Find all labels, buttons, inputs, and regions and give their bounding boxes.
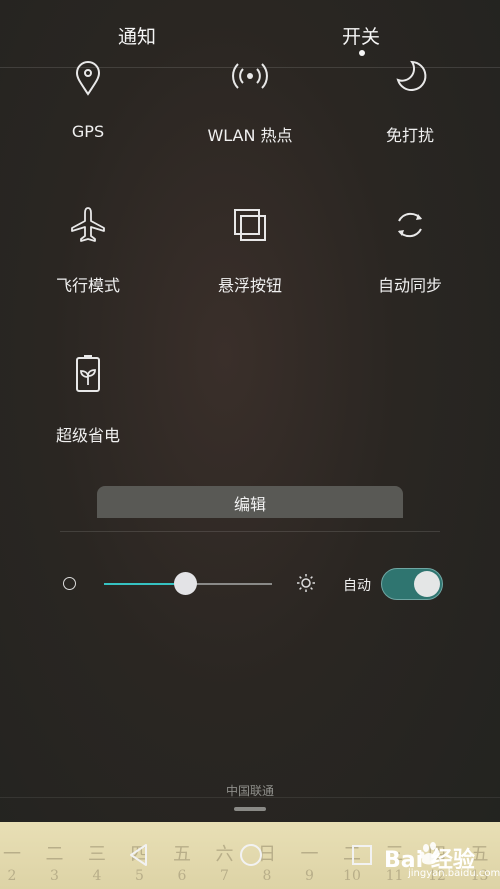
location-pin-icon	[75, 61, 101, 96]
calendar-weekday: 三	[88, 844, 106, 865]
calendar-date: 4	[92, 868, 102, 884]
drag-handle[interactable]	[234, 807, 266, 811]
calendar-date: 8	[262, 868, 272, 884]
calendar-weekday: 一	[3, 844, 21, 865]
airplane-icon	[71, 207, 105, 242]
brightness-slider[interactable]	[104, 572, 272, 595]
toggle-wlan-hotspot-label: WLAN 热点	[207, 126, 293, 145]
brightness-high-icon	[297, 574, 315, 592]
toggle-wlan-hotspot[interactable]: WLAN 热点	[175, 50, 325, 150]
tab-toggles[interactable]: 开关	[342, 22, 380, 49]
calendar-date: 10	[343, 868, 361, 884]
toggle-knob	[414, 571, 440, 597]
calendar-day: 二3	[40, 822, 70, 884]
toggle-do-not-disturb[interactable]: 免打扰	[335, 50, 485, 150]
calendar-weekday: 六	[215, 844, 234, 865]
brightness-slider-thumb[interactable]	[173, 572, 197, 595]
toggle-do-not-disturb-label: 免打扰	[385, 126, 434, 145]
back-icon[interactable]	[126, 842, 152, 868]
toggle-floating-button-label: 悬浮按钮	[217, 276, 282, 295]
calendar-day: 一9	[295, 822, 325, 884]
calendar-weekday: 五	[173, 844, 191, 865]
carrier-name: 中国联通	[225, 784, 274, 798]
recent-apps-icon[interactable]	[350, 843, 374, 867]
brightness-low-icon	[63, 577, 76, 590]
battery-leaf-icon	[76, 355, 100, 392]
toggle-floating-button[interactable]: 悬浮按钮	[175, 200, 325, 300]
calendar-date: 3	[50, 868, 59, 884]
auto-brightness-toggle[interactable]	[381, 568, 443, 600]
toggle-ultra-power-saving-label: 超级省电	[55, 426, 120, 445]
toggle-auto-sync-label: 自动同步	[377, 276, 442, 295]
calendar-weekday: 一	[300, 844, 319, 865]
calendar-day: 一2	[0, 822, 27, 884]
divider	[60, 531, 440, 532]
calendar-day: 六7	[210, 822, 240, 884]
toggle-airplane-mode[interactable]: 飞行模式	[13, 200, 163, 300]
toggle-airplane-mode-label: 飞行模式	[55, 276, 120, 295]
auto-brightness-label: 自动	[343, 578, 371, 594]
toggle-gps[interactable]: GPS	[13, 50, 163, 150]
edit-toggles-button[interactable]: 编辑	[97, 486, 403, 518]
tab-notifications[interactable]: 通知	[118, 22, 156, 49]
toggle-gps-label: GPS	[71, 122, 105, 141]
hotspot-icon	[232, 63, 268, 89]
watermark-site: jingyan.baidu.com	[408, 868, 500, 879]
calendar-date: 7	[220, 868, 229, 884]
calendar-day: 五6	[167, 822, 197, 884]
home-icon[interactable]	[238, 842, 264, 868]
toggle-ultra-power-saving[interactable]: 超级省电	[13, 350, 163, 450]
calendar-date: 2	[7, 868, 17, 884]
calendar-weekday: 二	[45, 844, 64, 865]
calendar-day: 三4	[82, 822, 112, 884]
moon-icon	[396, 60, 427, 91]
floating-window-icon	[234, 209, 266, 241]
brightness-slider-fill	[104, 583, 185, 585]
sync-icon	[398, 212, 422, 238]
toggle-auto-sync[interactable]: 自动同步	[335, 200, 485, 300]
calendar-date: 5	[135, 868, 144, 884]
calendar-date: 6	[177, 868, 187, 884]
calendar-date: 9	[305, 868, 314, 884]
